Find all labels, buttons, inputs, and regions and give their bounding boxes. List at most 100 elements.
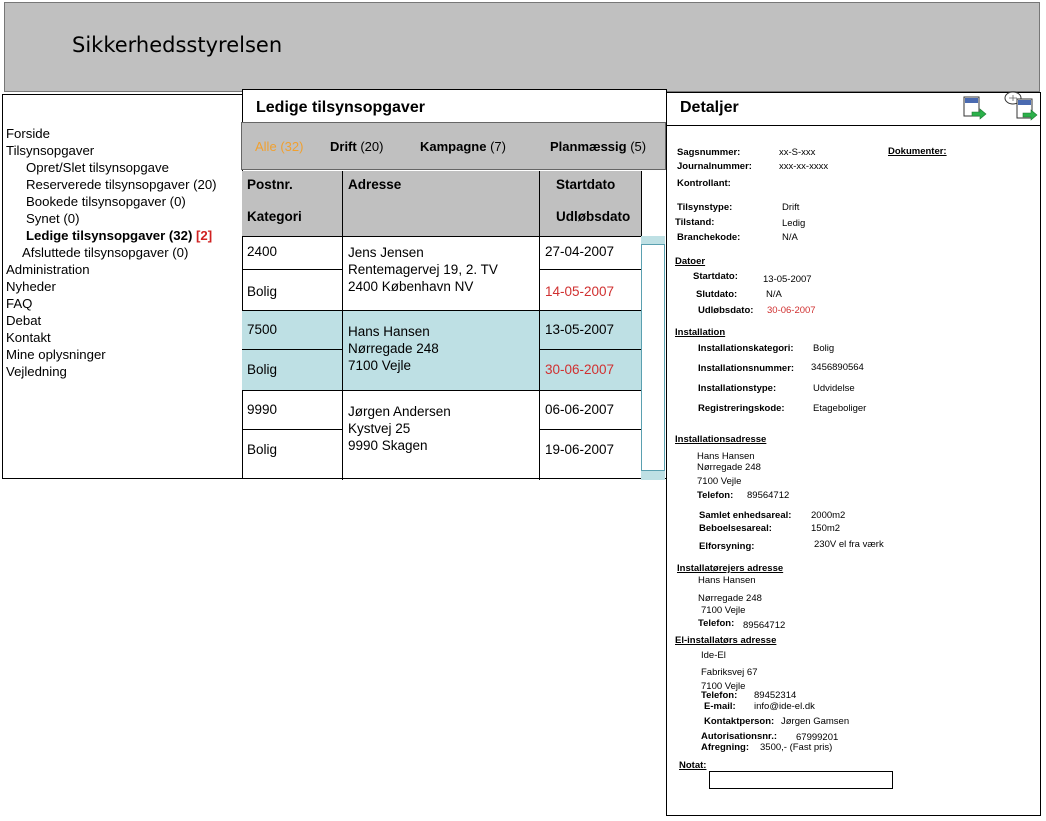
column-header-kategori[interactable]: Kategori [247, 209, 302, 224]
filter-tab-kampagne[interactable]: Kampagne (7) [420, 139, 506, 154]
label-samlet-enhedsareal: Samlet enhedsareal: [699, 510, 792, 521]
value-slutdato: N/A [766, 289, 782, 300]
cell-startdato[interactable]: 06-06-2007 [545, 402, 614, 418]
elinstallator-street: Fabriksvej 67 [701, 667, 758, 678]
value-udlobsdato: 30-06-2007 [767, 305, 816, 316]
value-tilstand: Ledig [782, 218, 806, 229]
row-divider [539, 429, 641, 430]
cell-postnr[interactable]: 7500 [247, 322, 277, 338]
column-header-postnr[interactable]: Postnr. [247, 177, 293, 192]
cell-adresse-city[interactable]: 9990 Skagen [348, 438, 428, 454]
column-divider [342, 171, 343, 480]
label-notat: Notat: [679, 760, 707, 771]
sidebar-item-ledige-label: Ledige tilsynsopgaver (32) [26, 228, 193, 243]
value-sagsnummer: xx-S-xxx [779, 147, 816, 158]
value-installationsadresse-telefon: 89564712 [747, 490, 790, 501]
list-title: Ledige tilsynsopgaver [256, 99, 425, 116]
sidebar-item-afsluttede[interactable]: Afsluttede tilsynsopgaver (0) [22, 245, 188, 261]
dokumenter-link[interactable]: Dokumenter: [888, 146, 947, 157]
sidebar-item-bookede[interactable]: Bookede tilsynsopgaver (0) [26, 194, 186, 210]
cell-startdato[interactable]: 13-05-2007 [545, 322, 614, 338]
cell-kategori[interactable]: Bolig [247, 442, 277, 458]
sidebar-item-nyheder[interactable]: Nyheder [6, 279, 56, 295]
cell-udlobsdato[interactable]: 19-06-2007 [545, 442, 614, 458]
section-installatorejers-adresse: Installatørejers adresse [677, 563, 784, 574]
label-elinstallator-telefon: Telefon: [701, 690, 738, 701]
row-divider [539, 269, 641, 270]
cell-postnr[interactable]: 2400 [247, 244, 277, 260]
cell-adresse-name[interactable]: Jens Jensen [348, 245, 424, 261]
cell-kategori[interactable]: Bolig [247, 362, 277, 378]
column-header-startdato[interactable]: Startdato [556, 177, 615, 192]
scroll-down-button[interactable] [641, 470, 665, 480]
filter-name: Planmæssig [550, 139, 627, 154]
label-registreringskode: Registreringskode: [698, 403, 785, 414]
label-installationsnummer: Installationsnummer: [698, 363, 795, 374]
sidebar-item-opret-slet[interactable]: Opret/Slet tilsynsopgave [26, 160, 169, 176]
cell-startdato[interactable]: 27-04-2007 [545, 244, 614, 260]
cell-adresse-street[interactable]: Nørregade 248 [348, 341, 439, 357]
cell-adresse-city[interactable]: 7100 Vejle [348, 358, 411, 374]
cell-adresse-city[interactable]: 2400 København NV [348, 279, 473, 295]
send-document-icon[interactable] [1003, 90, 1039, 122]
sidebar-item-reserverede[interactable]: Reserverede tilsynsopgaver (20) [26, 177, 217, 193]
sidebar-item-tilsynsopgaver[interactable]: Tilsynsopgaver [6, 143, 94, 159]
app-title: Sikkerhedsstyrelsen [72, 33, 283, 57]
cell-kategori[interactable]: Bolig [247, 284, 277, 300]
value-elinstallator-email: info@ide-el.dk [754, 701, 815, 712]
label-tilstand: Tilstand: [675, 217, 715, 228]
label-beboelsesareal: Beboelsesareal: [699, 523, 772, 534]
notat-input[interactable] [709, 771, 893, 789]
installationsadresse-street: Nørregade 248 [697, 462, 761, 473]
filter-count: (7) [490, 139, 506, 154]
table-scrollbar[interactable] [641, 236, 665, 480]
installationsadresse-name: Hans Hansen [697, 451, 755, 462]
column-header-udlobsdato[interactable]: Udløbsdato [556, 209, 630, 224]
filter-tab-planmaessig[interactable]: Planmæssig (5) [550, 139, 646, 154]
sidebar-item-kontakt[interactable]: Kontakt [6, 330, 51, 346]
cell-adresse-street[interactable]: Rentemagervej 19, 2. TV [348, 262, 498, 278]
value-kontaktperson: Jørgen Gamsen [781, 716, 850, 727]
value-registreringskode: Etageboliger [813, 403, 867, 414]
elinstallator-name: Ide-El [701, 650, 726, 661]
cell-adresse-name[interactable]: Jørgen Andersen [348, 404, 451, 420]
sidebar-item-debat[interactable]: Debat [6, 313, 41, 329]
new-count-badge: [2] [196, 228, 213, 243]
column-header-adresse[interactable]: Adresse [348, 177, 401, 192]
label-branchekode: Branchekode: [677, 232, 741, 243]
label-elinstallator-email: E-mail: [704, 701, 736, 712]
filter-tab-alle[interactable]: Alle (32) [255, 139, 303, 154]
sidebar-item-mine-oplysninger[interactable]: Mine oplysninger [6, 347, 106, 363]
label-autorisationsnr: Autorisationsnr.: [701, 731, 778, 742]
value-startdato: 13-05-2007 [763, 274, 812, 285]
label-sagsnummer: Sagsnummer: [677, 147, 741, 158]
label-elforsyning: Elforsyning: [699, 541, 755, 552]
scroll-up-button[interactable] [641, 236, 665, 245]
row-divider [242, 429, 342, 430]
cell-postnr[interactable]: 9990 [247, 402, 277, 418]
cell-udlobsdato[interactable]: 14-05-2007 [545, 284, 614, 300]
sidebar-item-synet[interactable]: Synet (0) [26, 211, 80, 227]
label-installationskategori: Installationskategori: [698, 343, 794, 354]
label-startdato: Startdato: [693, 271, 738, 282]
installatorejer-name: Hans Hansen [698, 575, 756, 586]
filter-tab-drift[interactable]: Drift (20) [330, 139, 383, 154]
cell-adresse-street[interactable]: Kystvej 25 [348, 421, 410, 437]
value-installatorejer-telefon: 89564712 [743, 620, 786, 631]
sidebar-item-faq[interactable]: FAQ [6, 296, 32, 312]
installationsadresse-city: 7100 Vejle [697, 476, 742, 487]
cell-adresse-name[interactable]: Hans Hansen [348, 324, 430, 340]
sidebar-item-administration[interactable]: Administration [6, 262, 90, 278]
row-divider [539, 349, 641, 350]
sidebar-item-ledige[interactable]: Ledige tilsynsopgaver (32) [2] [26, 228, 212, 244]
sidebar-item-forside[interactable]: Forside [6, 126, 50, 142]
label-installatorejer-telefon: Telefon: [698, 618, 735, 629]
sidebar-item-vejledning[interactable]: Vejledning [6, 364, 67, 380]
filter-count: (32) [280, 139, 304, 154]
label-installationsadresse-telefon: Telefon: [697, 490, 734, 501]
cell-udlobsdato[interactable]: 30-06-2007 [545, 362, 614, 378]
label-kontaktperson: Kontaktperson: [704, 716, 775, 727]
export-document-icon[interactable] [962, 95, 988, 121]
value-branchekode: N/A [782, 232, 798, 243]
row-divider [242, 236, 642, 237]
